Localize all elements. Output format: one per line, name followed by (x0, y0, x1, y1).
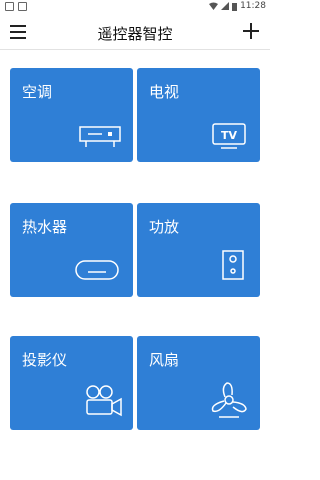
battery-icon (232, 2, 238, 11)
device-label: 投影仪 (22, 351, 68, 369)
device-label: 空调 (22, 83, 53, 101)
app-bar: 遥控器智控 (0, 14, 270, 50)
speaker-icon (221, 249, 245, 281)
tv-icon: TV (211, 122, 247, 150)
device-tile-water-heater[interactable]: 热水器 (10, 203, 133, 297)
fan-icon (209, 381, 249, 419)
device-label: 风扇 (149, 351, 180, 369)
tv-icon-text: TV (221, 129, 238, 142)
device-tile-fan[interactable]: 风扇 (137, 336, 260, 430)
page-title: 遥控器智控 (97, 25, 173, 43)
wifi-icon (209, 2, 219, 10)
projector-camera-icon (84, 384, 124, 418)
status-time: 11:28 (240, 1, 266, 11)
notification-icon (5, 2, 14, 11)
air-conditioner-icon (78, 125, 122, 149)
device-label: 电视 (149, 83, 180, 101)
device-label: 功放 (149, 218, 180, 236)
signal-icon (221, 2, 230, 10)
device-tile-tv[interactable]: 电视 TV (137, 68, 260, 162)
notification-icon (18, 2, 27, 11)
device-label: 热水器 (22, 218, 68, 236)
device-tile-air-conditioner[interactable]: 空调 (10, 68, 133, 162)
device-tile-amplifier[interactable]: 功放 (137, 203, 260, 297)
device-tile-projector[interactable]: 投影仪 (10, 336, 133, 430)
status-bar: 11:28 (0, 0, 270, 14)
water-heater-icon (74, 258, 120, 282)
add-button[interactable] (242, 22, 260, 40)
